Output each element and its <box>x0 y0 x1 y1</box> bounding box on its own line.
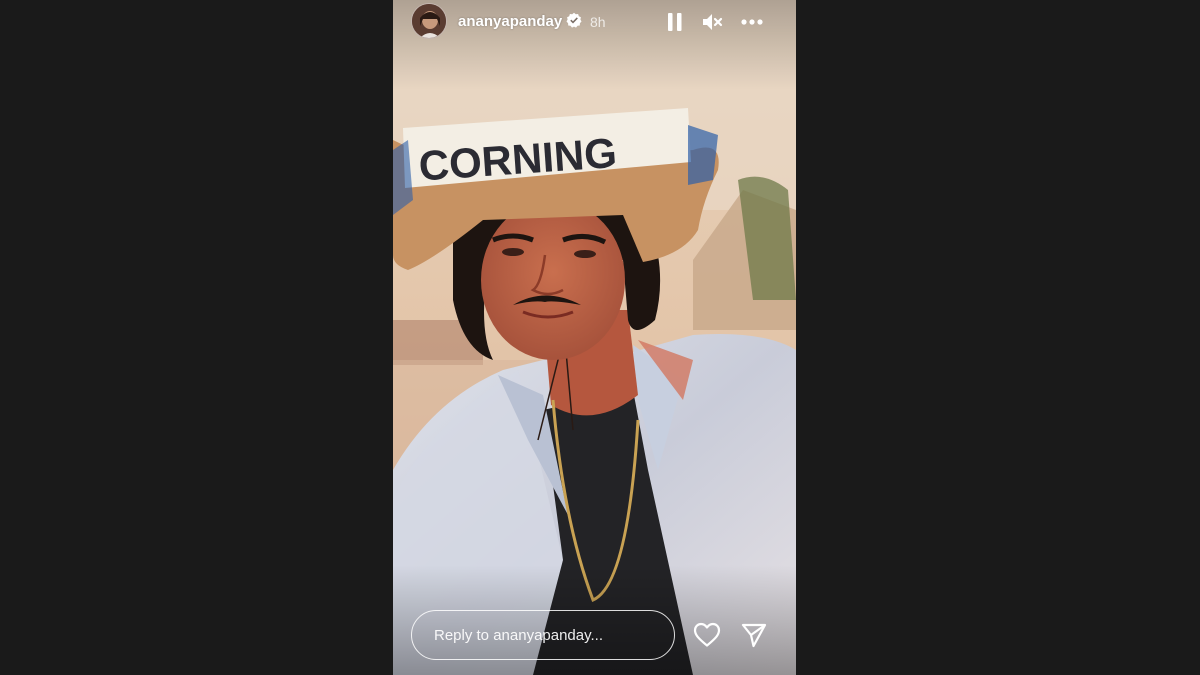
mute-icon[interactable] <box>700 10 724 34</box>
verified-icon <box>566 12 582 28</box>
timestamp: 8h <box>590 14 606 30</box>
heart-icon[interactable] <box>693 622 721 648</box>
avatar[interactable] <box>411 3 447 39</box>
send-icon[interactable] <box>740 622 768 648</box>
reply-input[interactable] <box>411 610 675 660</box>
more-icon[interactable] <box>740 10 764 34</box>
avatar-image <box>412 4 446 38</box>
username[interactable]: ananyapanday <box>458 13 562 30</box>
story-viewer: CORNING ananyapanday 8h <box>0 0 1200 675</box>
story-frame[interactable]: CORNING ananyapanday 8h <box>393 0 796 675</box>
story-header: ananyapanday 8h <box>393 0 796 44</box>
pause-icon[interactable] <box>663 10 687 34</box>
